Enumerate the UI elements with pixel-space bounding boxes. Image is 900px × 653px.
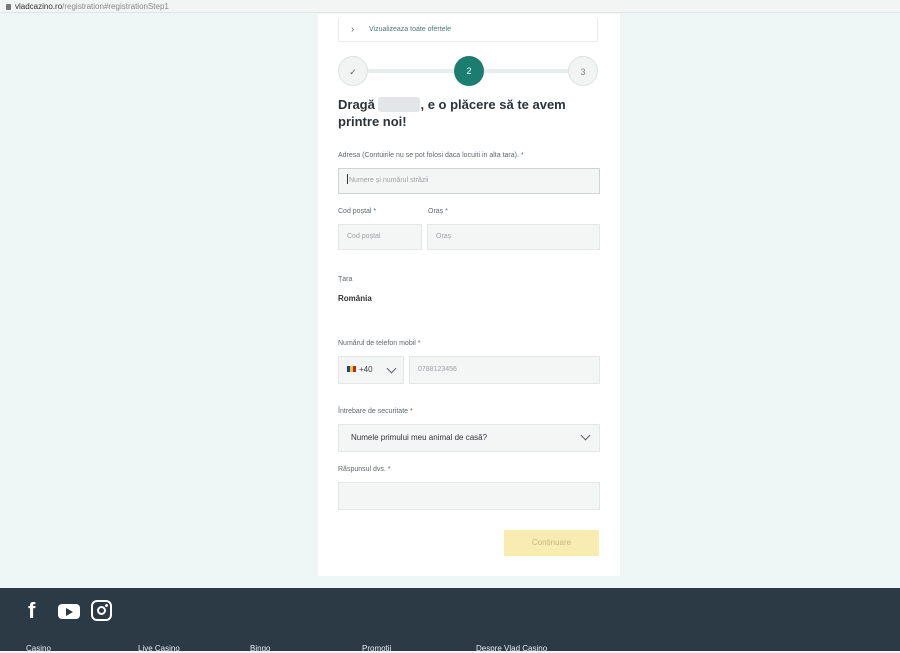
chevron-right-icon: ›	[351, 24, 355, 35]
address-input[interactable]: Numere și numărul străzii	[338, 168, 600, 194]
answer-input[interactable]	[338, 482, 600, 510]
country-value: România	[338, 294, 372, 303]
continue-button[interactable]: Continuare	[504, 530, 599, 556]
romania-flag-icon	[347, 366, 356, 372]
text-caret	[347, 174, 348, 184]
step-2-active: 2	[454, 56, 484, 86]
view-offers-link[interactable]: › Vizualizeaza toate ofertele	[338, 18, 598, 42]
registration-stepper: ✓ 2 3	[338, 56, 600, 86]
security-question-label: Întrebare de securitate *	[338, 408, 413, 415]
address-placeholder: Numere și numărul străzii	[349, 177, 429, 184]
security-question-select[interactable]: Numele primului meu animal de casă?	[338, 424, 600, 452]
instagram-icon[interactable]	[91, 600, 112, 621]
phone-label: Numărul de telefon mobil *	[338, 340, 421, 347]
security-question-value: Numele primului meu animal de casă?	[351, 433, 488, 442]
postal-code-label: Cod poștal *	[338, 208, 377, 215]
lock-icon	[6, 4, 11, 10]
youtube-icon[interactable]	[58, 604, 80, 619]
phone-country-code-select[interactable]: +40	[338, 356, 404, 384]
site-footer: f Casino Live Casino Bingo Promoții Desp…	[0, 588, 900, 653]
footer-link-bingo[interactable]: Bingo	[250, 644, 270, 653]
url-host: vladcazino.ro	[15, 2, 63, 11]
phone-prefix: +40	[359, 365, 373, 374]
step-1-completed[interactable]: ✓	[338, 56, 368, 86]
greeting-prefix: Dragă	[338, 97, 375, 112]
greeting-heading: Dragă , e o plăcere să te avem printre n…	[338, 96, 600, 130]
country-label: Țara	[338, 276, 353, 283]
chevron-down-icon	[580, 430, 591, 441]
facebook-icon[interactable]: f	[28, 600, 46, 622]
city-input[interactable]: Oraș	[427, 224, 600, 250]
browser-url-bar[interactable]: vladcazino.ro/registration#registrationS…	[0, 0, 900, 13]
redacted-username	[378, 97, 421, 112]
city-label: Oraș *	[428, 208, 448, 215]
answer-label: Răspunsul dvs. *	[338, 466, 391, 473]
registration-card: › Vizualizeaza toate ofertele ✓ 2 3 Drag…	[318, 14, 620, 576]
step-3-pending: 3	[568, 56, 598, 86]
footer-link-promotions[interactable]: Promoții	[362, 644, 391, 653]
address-label: Adresa (Contuirile nu se pot folosi daca…	[338, 152, 524, 159]
view-offers-label: Vizualizeaza toate ofertele	[369, 26, 451, 33]
phone-input[interactable]: 0788123456	[409, 356, 600, 384]
footer-link-live-casino[interactable]: Live Casino	[138, 644, 180, 653]
chevron-down-icon	[386, 363, 397, 374]
footer-link-casino[interactable]: Casino	[26, 644, 51, 653]
postal-code-input[interactable]: Cod poștal	[338, 224, 422, 250]
footer-link-about[interactable]: Despre Vlad Casino	[476, 644, 547, 653]
url-path: /registration#registrationStep1	[62, 2, 169, 11]
